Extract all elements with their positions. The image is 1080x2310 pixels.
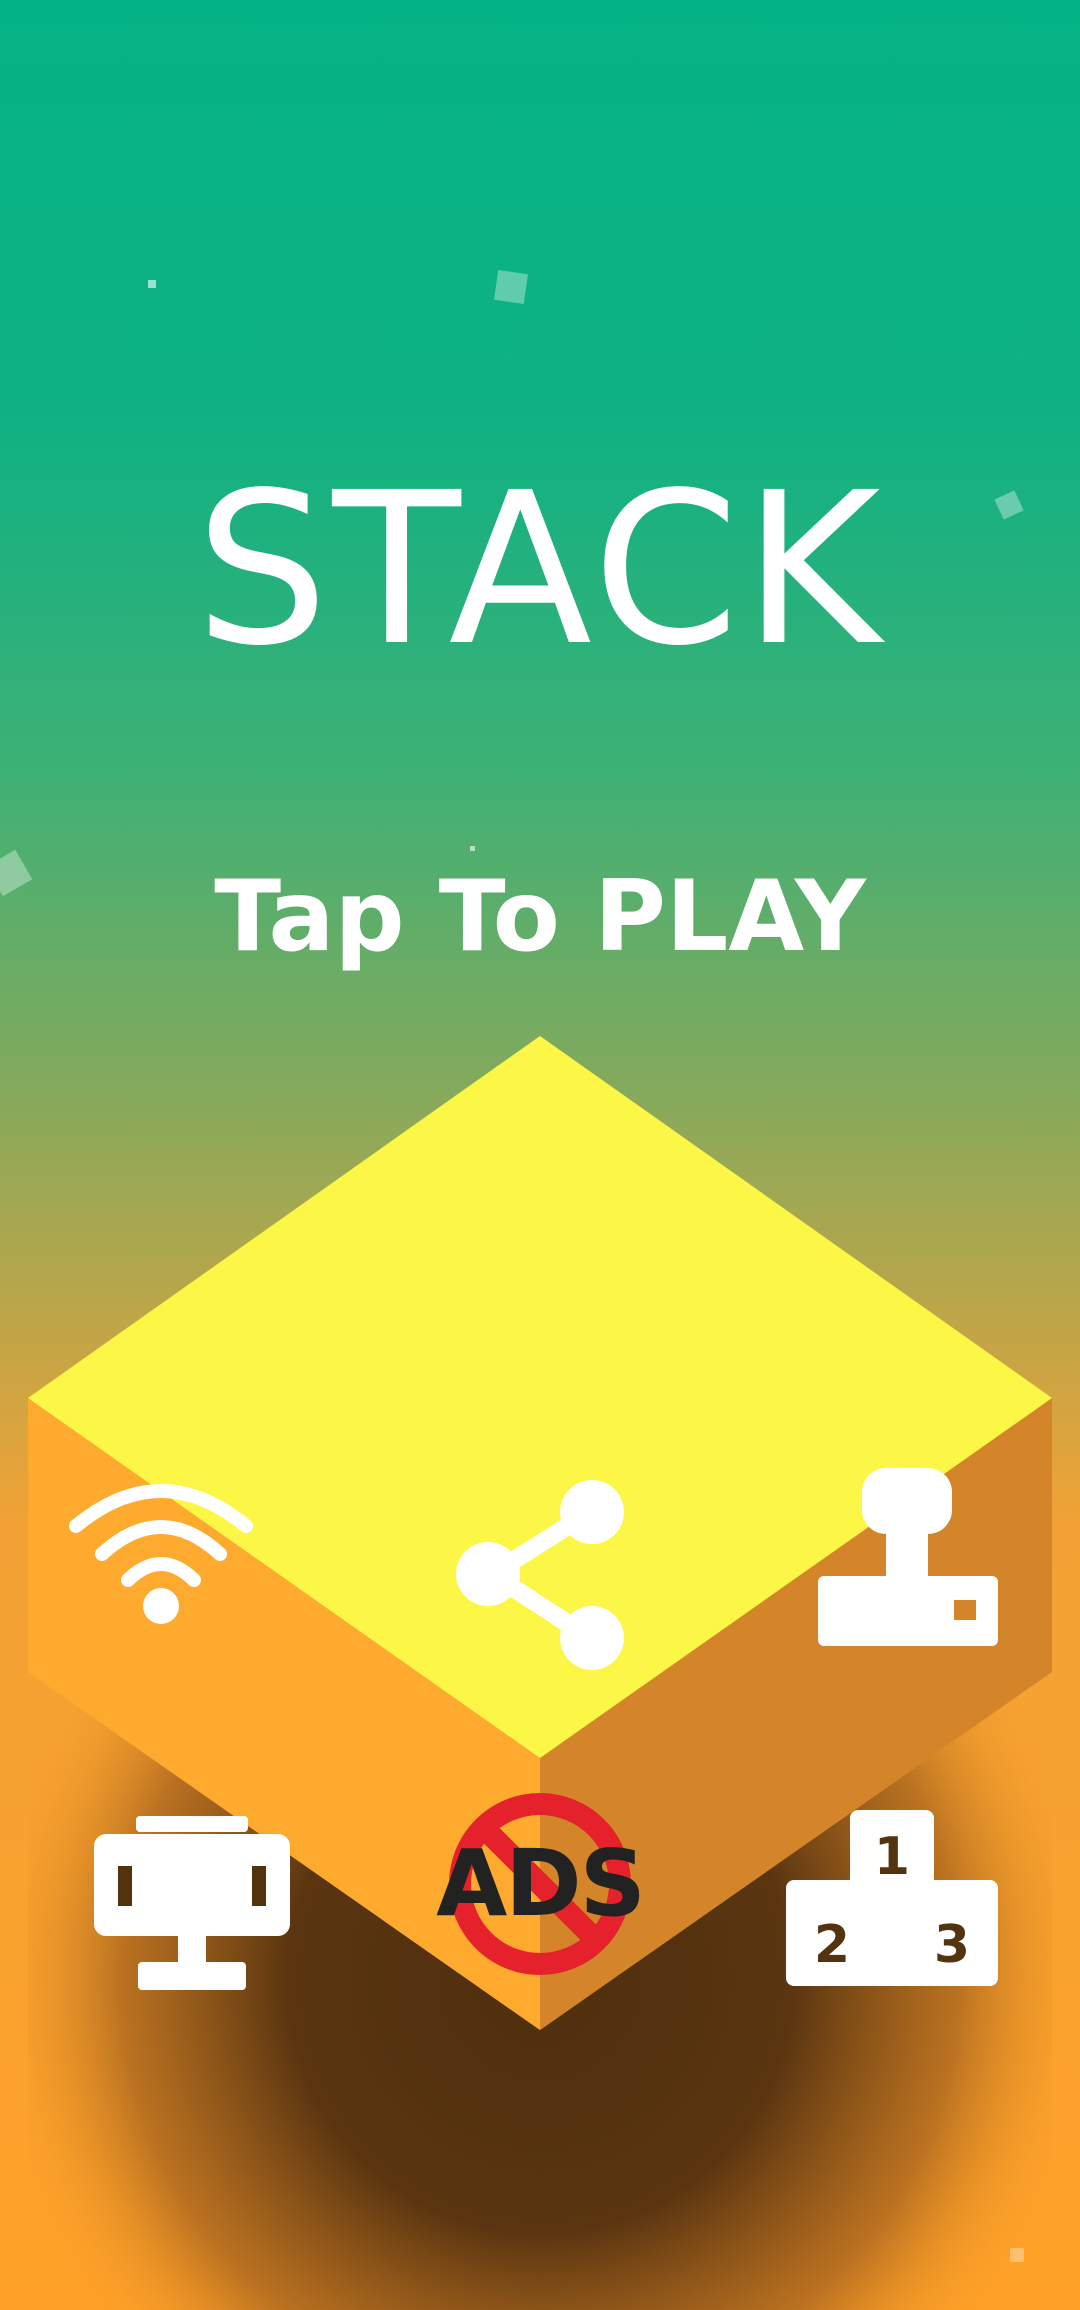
joystick-icon [818, 1468, 998, 1646]
podium-third-label: 3 [934, 1915, 970, 1975]
share-button[interactable] [452, 1476, 628, 1672]
leaderboard-podium-icon: 1 2 3 [786, 1810, 998, 1986]
podium-second-label: 2 [814, 1915, 850, 1975]
wifi-button[interactable] [68, 1478, 254, 1630]
podium-first-label: 1 [874, 1827, 910, 1887]
share-icon [456, 1480, 624, 1670]
remove-ads-label: ADS [436, 1829, 646, 1937]
trophy-icon [94, 1816, 290, 1990]
leaderboard-button[interactable]: 1 2 3 [786, 1810, 998, 1986]
game-screen[interactable]: STACK Tap To PLAY ADS 1 2 3 [0, 0, 1080, 2310]
more-games-button[interactable] [818, 1468, 998, 1648]
wifi-icon [69, 1484, 253, 1624]
remove-ads-button[interactable]: ADS [420, 1788, 660, 1978]
achievements-button[interactable] [94, 1816, 290, 1990]
